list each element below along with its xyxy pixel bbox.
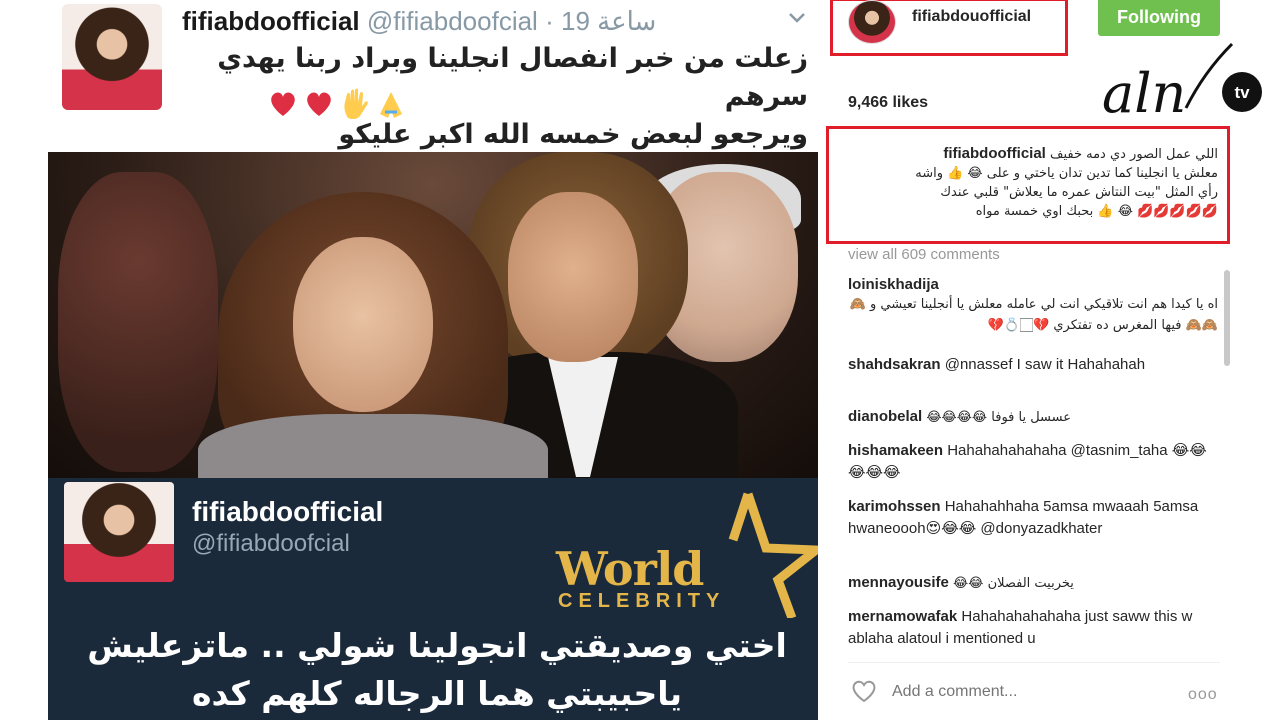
list-item: hishamakeen Hahahahahahaha @tasnim_taha … <box>848 440 1218 484</box>
logo-text: aln <box>1102 62 1186 125</box>
comment-username[interactable]: karimohssen <box>848 498 941 515</box>
tweet-timestamp[interactable]: 19 ساعة <box>561 6 656 36</box>
card-avatar <box>64 482 174 582</box>
comment-text: 😂😂😂😂 عسسل يا فوفا <box>926 410 1072 425</box>
caption-line: رأي المثل "بيت النتاش عمره ما يعلاش" قلب… <box>940 185 1218 200</box>
list-item: karimohssen Hahahahhaha 5amsa mwaaah 5am… <box>848 496 1218 540</box>
tweet-emoji-row <box>268 86 406 122</box>
caption-line: 💋💋💋💋💋 😂 👍 بحبك اوي خمسة مواه <box>975 204 1218 219</box>
chevron-down-icon[interactable] <box>786 6 808 28</box>
add-comment-input[interactable] <box>892 680 1162 704</box>
caption-line: معلش يا انجلينا كما تدين تدان ياختي و عل… <box>915 166 1218 181</box>
tweet-author-handle[interactable]: @fifiabdoofcial <box>367 6 538 36</box>
photo-woman-dress <box>198 414 548 478</box>
card-author-name: fifiabdoofficial <box>192 496 384 527</box>
comment-username[interactable]: mernamowafak <box>848 608 957 625</box>
caption-line: اللي عمل الصور دي دمه خفيف fifiabdooffic… <box>848 144 1218 164</box>
comment-username[interactable]: mennayousife <box>848 574 949 591</box>
heart-emoji-icon <box>271 92 295 116</box>
logo-badge: tv <box>1234 83 1250 102</box>
tweet-author-name[interactable]: fifiabdoofficial <box>182 6 360 36</box>
comment-username[interactable]: loiniskhadija <box>848 276 939 293</box>
divider <box>848 662 1220 663</box>
list-item: shahdsakran @nnassef I saw it Hahahahah <box>848 354 1218 376</box>
list-item: mennayousife 😂😂 يخربيت الفصلان <box>848 572 1218 595</box>
tweet-photo[interactable] <box>48 152 818 478</box>
list-item: loiniskhadija اه يا كيدا هم انت تلاقيكي … <box>848 274 1218 336</box>
view-all-comments-link[interactable]: view all 609 comments <box>848 246 1000 263</box>
photo-woman-face <box>293 237 433 412</box>
comment-username[interactable]: shahdsakran <box>848 356 941 373</box>
post-caption: اللي عمل الصور دي دمه خفيف fifiabdooffic… <box>848 144 1218 221</box>
photo-man-face <box>508 192 638 362</box>
list-item: mernamowafak Hahahahahahaha just saww th… <box>848 606 1218 650</box>
card-author-handle: @fifiabdoofcial <box>192 530 350 557</box>
tweet-separator: · <box>545 6 554 36</box>
raised-hand-emoji-icon <box>344 88 368 120</box>
tweet-screenshot: fifiabdoofficial @fifiabdoofcial · 19 سا… <box>48 0 818 720</box>
likes-count[interactable]: 9,466 likes <box>848 94 928 112</box>
heart-emoji-icon <box>307 92 331 116</box>
comment-username[interactable]: dianobelal <box>848 408 922 425</box>
card-logo-celebrity: CELEBRITY <box>558 590 726 612</box>
card-logo-world: World <box>556 542 704 596</box>
comment-text: 😂😂 يخربيت الفصلان <box>953 576 1074 591</box>
comment-text: اه يا كيدا هم انت تلاقيكي انت لي عامله م… <box>849 297 1218 333</box>
comment-text: @nnassef I saw it Hahahahah <box>944 356 1146 373</box>
tweet-header: fifiabdoofficial @fifiabdoofcial · 19 سا… <box>182 6 812 36</box>
tweet-avatar[interactable] <box>62 4 162 110</box>
quote-card: fifiabdoofficial @fifiabdoofcial World C… <box>48 478 818 720</box>
list-item: dianobelal 😂😂😂😂 عسسل يا فوفا <box>848 406 1218 429</box>
caption-username[interactable]: fifiabdoofficial <box>943 145 1046 162</box>
card-text-line: ياحبيبتي هما الرجاله كلهم كده <box>191 674 683 713</box>
more-options-icon[interactable]: ooo <box>1188 686 1218 704</box>
folded-hands-emoji-icon <box>380 92 402 118</box>
aln-tv-logo-icon: aln tv <box>1102 42 1262 125</box>
caption-text: اللي عمل الصور دي دمه خفيف <box>1049 147 1218 162</box>
comments-scrollbar[interactable] <box>1224 270 1230 366</box>
following-button[interactable]: Following <box>1098 0 1220 36</box>
avatar[interactable] <box>848 0 896 44</box>
heart-icon[interactable] <box>850 678 878 704</box>
photo-background-person <box>58 172 218 472</box>
card-text: اختي وصديقتي انجولينا شولي .. ماتزعليش ي… <box>68 622 806 718</box>
post-username[interactable]: fifiabdouofficial <box>912 8 1031 26</box>
card-text-line: اختي وصديقتي انجولينا شولي .. ماتزعليش <box>87 626 787 665</box>
comment-username[interactable]: hishamakeen <box>848 442 943 459</box>
